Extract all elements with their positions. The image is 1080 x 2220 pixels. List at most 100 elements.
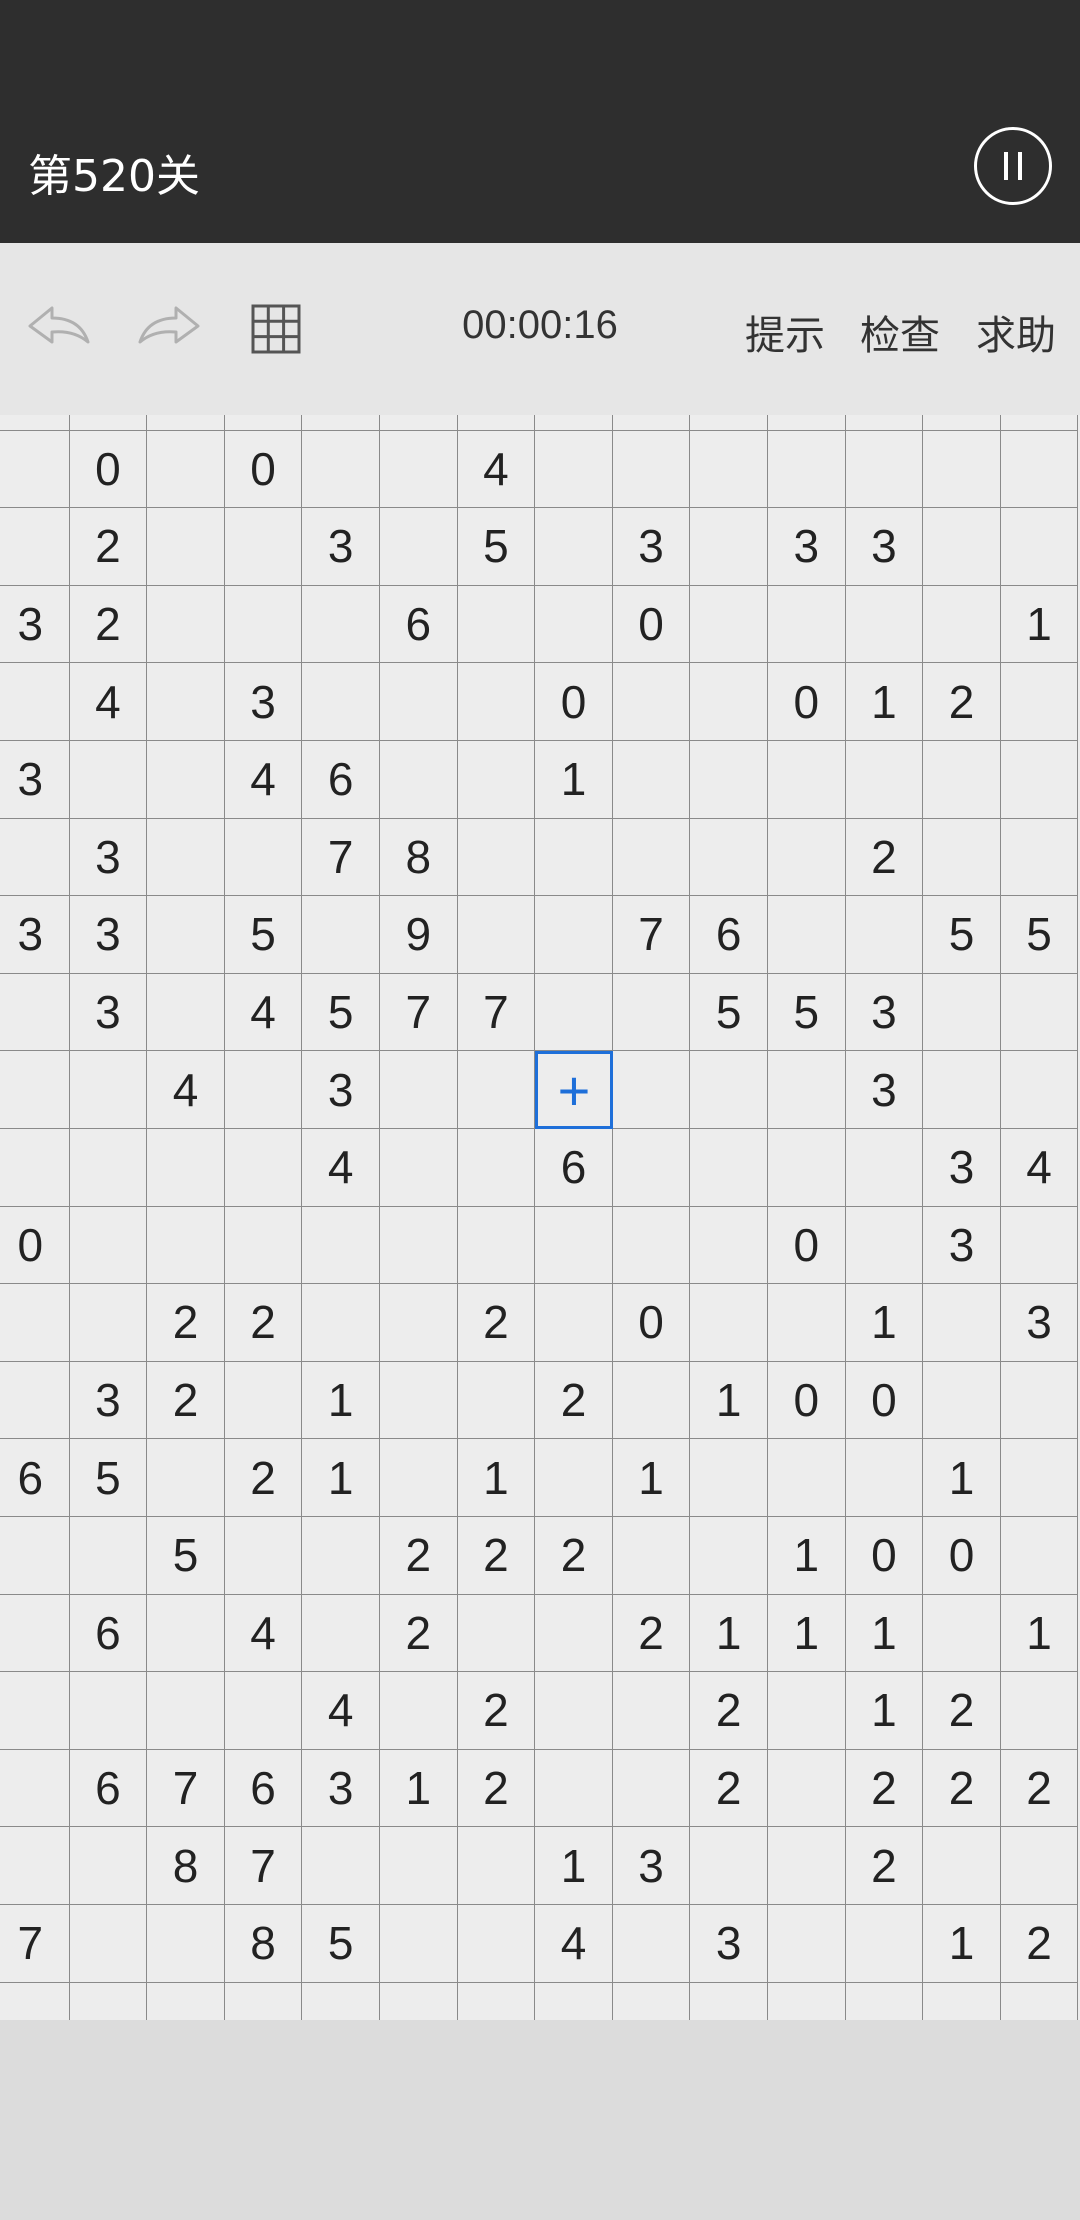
grid-cell[interactable]: 5 (69, 1439, 148, 1517)
grid-cell[interactable]: 1 (535, 1827, 613, 1905)
grid-cell[interactable]: 7 (147, 1749, 225, 1828)
grid-cell[interactable] (612, 1905, 691, 1983)
grid-cell[interactable]: 2 (457, 1284, 536, 1362)
grid-cell[interactable] (1000, 1361, 1079, 1440)
grid-cell[interactable] (612, 1129, 691, 1207)
grid-cell[interactable]: 2 (69, 508, 148, 586)
grid-cell[interactable]: 1 (302, 1361, 380, 1440)
grid-cell[interactable]: 0 (69, 430, 148, 509)
grid-cell[interactable] (69, 1206, 148, 1285)
grid-cell[interactable] (768, 1672, 846, 1750)
grid-cell[interactable] (768, 1749, 846, 1828)
grid-cell[interactable] (380, 1672, 458, 1750)
grid-cell[interactable] (612, 663, 691, 741)
grid-cell[interactable] (380, 1905, 458, 1983)
grid-cell[interactable] (690, 1206, 768, 1285)
grid-cell[interactable] (535, 896, 613, 974)
grid-cell[interactable] (535, 1982, 613, 2020)
grid-cell[interactable]: 4 (224, 1594, 303, 1673)
hint-button[interactable]: 提示 (745, 303, 825, 361)
grid-cell[interactable] (1000, 1439, 1079, 1517)
grid-cell[interactable]: 1 (690, 1594, 768, 1673)
grid-cell[interactable] (69, 1129, 148, 1207)
redo-button[interactable] (132, 296, 206, 361)
grid-cell[interactable] (690, 585, 768, 664)
grid-cell[interactable] (380, 741, 458, 819)
grid-cell[interactable] (768, 818, 846, 897)
grid-cell[interactable] (147, 973, 225, 1052)
grid-cell[interactable] (613, 1982, 691, 2020)
grid-cell[interactable]: 6 (0, 1439, 70, 1517)
grid-cell[interactable] (0, 973, 70, 1052)
grid-cell[interactable] (845, 1129, 924, 1207)
grid-cell[interactable] (845, 1905, 924, 1983)
grid-cell[interactable]: 4 (1000, 1129, 1079, 1207)
grid-cell[interactable]: 4 (535, 1905, 613, 1983)
grid-cell[interactable]: 1 (1000, 1594, 1079, 1673)
grid-cell[interactable]: 2 (612, 1594, 691, 1673)
grid-cell[interactable] (845, 430, 924, 509)
grid-cell[interactable]: 6 (69, 1749, 148, 1828)
grid-cell[interactable] (845, 415, 924, 431)
grid-cell[interactable] (612, 741, 691, 819)
grid-cell[interactable] (612, 973, 691, 1052)
grid-cell[interactable]: 3 (845, 1051, 924, 1129)
check-button[interactable]: 检查 (860, 303, 940, 361)
grid-cell[interactable]: 2 (147, 1361, 225, 1440)
grid-cell[interactable]: 5 (923, 896, 1001, 974)
grid-cell[interactable] (845, 1439, 924, 1517)
grid-cell[interactable] (612, 818, 691, 897)
grid-cell[interactable] (690, 1284, 768, 1362)
grid-cell[interactable] (380, 1439, 458, 1517)
grid-cell[interactable] (302, 896, 380, 974)
grid-cell[interactable]: 3 (690, 1905, 768, 1983)
grid-cell[interactable]: 3 (0, 585, 70, 664)
grid-cell[interactable] (224, 1051, 303, 1129)
help-button[interactable]: 求助 (976, 303, 1056, 361)
grid-cell[interactable]: 1 (612, 1439, 691, 1517)
grid-cell[interactable] (768, 741, 846, 819)
grid-cell[interactable] (1000, 1206, 1079, 1285)
grid-cell[interactable] (380, 508, 458, 586)
grid-cell[interactable]: 3 (612, 1827, 691, 1905)
grid-cell[interactable] (302, 1284, 380, 1362)
grid-cell[interactable] (147, 663, 225, 741)
grid-cell[interactable]: 8 (380, 818, 458, 897)
grid-cell[interactable] (147, 1672, 225, 1750)
grid-cell[interactable] (380, 1206, 458, 1285)
grid-cell[interactable]: 1 (1000, 585, 1079, 664)
grid-cell[interactable] (147, 1982, 225, 2020)
grid-cell[interactable]: 0 (845, 1517, 924, 1595)
grid-cell[interactable] (302, 1827, 380, 1905)
grid-cell[interactable]: 2 (380, 1517, 458, 1595)
grid-cell[interactable] (147, 585, 225, 664)
grid-cell[interactable] (612, 1361, 691, 1440)
grid-cell[interactable]: 6 (224, 1749, 303, 1828)
grid-cell[interactable]: 3 (612, 508, 691, 586)
grid-cell[interactable] (923, 415, 1001, 431)
grid-cell[interactable] (0, 1361, 70, 1440)
grid-cell[interactable] (380, 1361, 458, 1440)
grid-cell[interactable]: 4 (69, 663, 148, 741)
grid-cell[interactable] (147, 1129, 225, 1207)
grid-cell[interactable] (302, 1206, 380, 1285)
grid-cell[interactable]: 3 (845, 508, 924, 586)
grid-cell[interactable] (302, 415, 380, 431)
grid-cell[interactable]: 4 (224, 973, 303, 1052)
grid-cell[interactable] (147, 430, 225, 509)
grid-cell[interactable] (302, 1517, 380, 1595)
grid-cell[interactable] (845, 1206, 924, 1285)
grid-cell[interactable]: 2 (923, 663, 1001, 741)
grid-cell[interactable] (690, 1982, 768, 2020)
grid-cell[interactable] (535, 1439, 613, 1517)
grid-cell[interactable] (69, 1517, 148, 1595)
grid-cell[interactable] (0, 1827, 70, 1905)
grid-cell[interactable] (535, 1594, 613, 1673)
grid-cell[interactable]: 7 (457, 973, 536, 1052)
grid-cell[interactable]: 3 (923, 1129, 1001, 1207)
grid-cell[interactable]: 4 (457, 430, 536, 509)
grid-cell[interactable] (457, 741, 536, 819)
grid-cell[interactable] (923, 430, 1001, 509)
grid-cell[interactable] (69, 741, 148, 819)
grid-cell[interactable] (923, 1982, 1001, 2020)
